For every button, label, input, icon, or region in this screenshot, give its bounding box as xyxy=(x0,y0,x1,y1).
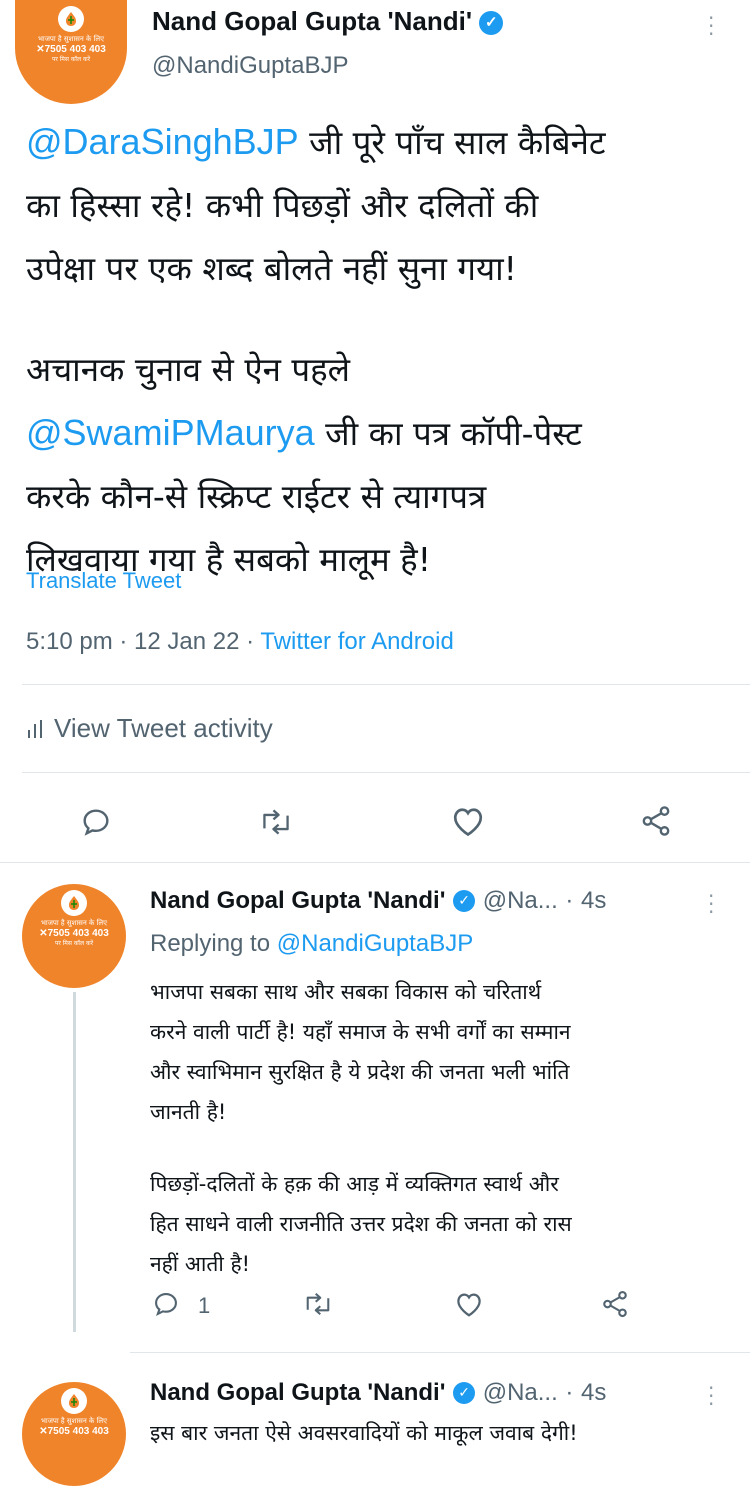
party-logo-icon xyxy=(58,6,84,32)
reply-header: Nand Gopal Gupta 'Nandi' ✓ @Na... · 4s xyxy=(150,1379,607,1406)
verified-badge-icon: ✓ xyxy=(479,11,504,36)
tweet-source-link[interactable]: Twitter for Android xyxy=(260,628,453,655)
share-icon[interactable] xyxy=(600,1289,630,1319)
activity-bars-icon xyxy=(28,720,42,738)
tweet-line-6: करके कौन-से स्क्रिप्ट राईटर से त्यागपत्र xyxy=(26,477,487,516)
avatar[interactable]: भाजपा है सुशासन के लिए ✕7505 403 403 पर … xyxy=(22,884,126,988)
author-handle[interactable]: @Na... xyxy=(483,887,558,914)
more-icon[interactable]: · · · xyxy=(708,886,714,922)
reply-line: जानती है! xyxy=(150,1100,227,1124)
reply-text: इस बार जनता ऐसे अवसरवादियों को माकूल जवा… xyxy=(150,1421,578,1445)
thread-line xyxy=(73,992,76,1332)
reply-line: और स्वाभिमान सुरक्षित है ये प्रदेश की जन… xyxy=(150,1060,570,1084)
reply-line: भाजपा सबका साथ और सबका विकास को चरितार्थ xyxy=(150,980,542,1004)
reply-icon[interactable] xyxy=(152,1290,180,1318)
replying-to-link[interactable]: @NandiGuptaBJP xyxy=(277,930,473,957)
reply-line: नहीं आती है! xyxy=(150,1252,251,1276)
reply-icon[interactable] xyxy=(80,806,112,838)
mention-link[interactable]: @SwamiPMaurya xyxy=(26,412,315,453)
party-logo-icon xyxy=(61,1388,87,1414)
avatar-tagline: भाजपा है सुशासन के लिए xyxy=(37,35,105,43)
tweet-time: 5:10 pm xyxy=(26,628,113,655)
like-icon[interactable] xyxy=(454,1290,484,1318)
reply-line: पिछड़ों-दलितों के हक़ की आड़ में व्यक्ति… xyxy=(150,1172,559,1196)
replying-to: Replying to @NandiGuptaBJP xyxy=(150,930,474,957)
tweet-line-3: उपेक्षा पर एक शब्द बोलते नहीं सुना गया! xyxy=(26,249,517,288)
avatar-tagline-2: पर मिस कॉल करें xyxy=(54,940,94,947)
mention-link[interactable]: @DaraSinghBJP xyxy=(26,121,299,162)
author-handle[interactable]: @NandiGuptaBJP xyxy=(152,52,348,80)
tweet-line-5: @SwamiPMaurya जी का पत्र कॉपी-पेस्ट xyxy=(26,412,582,453)
verified-badge-icon: ✓ xyxy=(453,890,476,912)
tweet-meta: 5:10 pm · 12 Jan 22 · Twitter for Androi… xyxy=(26,628,454,655)
divider xyxy=(130,1352,750,1353)
divider xyxy=(0,862,750,863)
avatar-tagline: भाजपा है सुशासन के लिए xyxy=(40,1417,108,1425)
avatar-phone: ✕7505 403 403 xyxy=(39,1426,109,1437)
author-name[interactable]: Nand Gopal Gupta 'Nandi' xyxy=(150,887,445,914)
party-logo-icon xyxy=(61,890,87,916)
divider xyxy=(22,772,750,773)
avatar-tagline: भाजपा है सुशासन के लिए xyxy=(40,919,108,927)
tweet-date: 12 Jan 22 xyxy=(134,628,240,655)
avatar[interactable]: भाजपा है सुशासन के लिए ✕7505 403 403 xyxy=(22,1382,126,1486)
retweet-icon[interactable] xyxy=(302,1290,334,1318)
avatar-tagline-2: पर मिस कॉल करें xyxy=(51,56,91,63)
divider xyxy=(22,684,750,685)
retweet-icon[interactable] xyxy=(258,806,294,838)
translate-link[interactable]: Translate Tweet xyxy=(26,568,181,594)
more-icon[interactable]: · · · xyxy=(708,8,714,44)
author-name[interactable]: Nand Gopal Gupta 'Nandi' ✓ xyxy=(152,6,504,37)
share-icon[interactable] xyxy=(638,804,674,838)
tweet-line-1: @DaraSinghBJP जी पूरे पाँच साल कैबिनेट xyxy=(26,121,606,162)
avatar[interactable]: भाजपा है सुशासन के लिए ✕7505 403 403 पर … xyxy=(15,0,127,104)
author-name[interactable]: Nand Gopal Gupta 'Nandi' xyxy=(150,1379,445,1406)
tweet-age: 4s xyxy=(581,1379,607,1406)
tweet-line-4: अचानक चुनाव से ऐन पहले xyxy=(26,350,351,389)
reply-line: करने वाली पार्टी है! यहाँ समाज के सभी वर… xyxy=(150,1020,571,1044)
like-icon[interactable] xyxy=(450,804,486,838)
view-activity-button[interactable]: View Tweet activity xyxy=(26,713,273,744)
reply-header: Nand Gopal Gupta 'Nandi' ✓ @Na... · 4s xyxy=(150,887,607,914)
reply-line: हित साधने वाली राजनीति उत्तर प्रदेश की ज… xyxy=(150,1212,572,1236)
avatar-phone: ✕7505 403 403 xyxy=(39,928,109,939)
reply-count: 1 xyxy=(198,1293,211,1318)
tweet-line-2: का हिस्सा रहे! कभी पिछड़ों और दलितों की xyxy=(26,186,539,225)
more-icon[interactable]: · · · xyxy=(708,1378,714,1414)
verified-badge-icon: ✓ xyxy=(453,1382,476,1404)
tweet-age: 4s xyxy=(581,887,607,914)
reply-text: भाजपा सबका साथ और सबका विकास को चरितार्थ… xyxy=(150,972,572,1284)
avatar-phone: ✕7505 403 403 xyxy=(36,44,106,55)
tweet-text: @DaraSinghBJP जी पूरे पाँच साल कैबिनेट क… xyxy=(26,110,606,591)
author-handle[interactable]: @Na... xyxy=(483,1379,558,1406)
